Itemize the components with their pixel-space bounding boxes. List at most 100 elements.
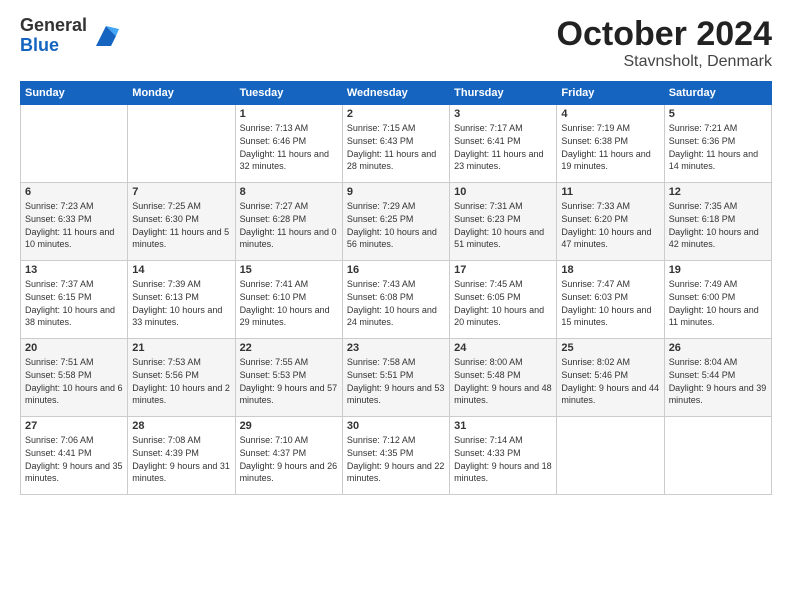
logo-icon <box>91 21 121 51</box>
calendar-day-cell: 20Sunrise: 7:51 AMSunset: 5:58 PMDayligh… <box>21 339 128 417</box>
day-number: 14 <box>132 264 230 276</box>
day-number: 9 <box>347 186 445 198</box>
day-number: 27 <box>25 420 123 432</box>
calendar-day-cell: 13Sunrise: 7:37 AMSunset: 6:15 PMDayligh… <box>21 261 128 339</box>
day-info: Sunrise: 7:51 AMSunset: 5:58 PMDaylight:… <box>25 357 123 405</box>
calendar-week-row: 13Sunrise: 7:37 AMSunset: 6:15 PMDayligh… <box>21 261 772 339</box>
calendar-day-cell: 16 Sunrise: 7:43 AMSunset: 6:08 PMDayligh… <box>342 261 449 339</box>
day-info: Sunrise: 7:13 AMSunset: 6:46 PMDaylight:… <box>240 123 329 171</box>
day-number: 12 <box>669 186 767 198</box>
calendar-day-cell: 29 Sunrise: 7:10 AMSunset: 4:37 PMDayligh… <box>235 417 342 495</box>
day-info: Sunrise: 7:49 AMSunset: 6:00 PMDaylight:… <box>669 279 759 327</box>
day-number: 6 <box>25 186 123 198</box>
day-number: 19 <box>669 264 767 276</box>
header: General Blue October 2024 Stavnsholt, De… <box>20 16 772 71</box>
day-number: 30 <box>347 420 445 432</box>
day-number: 26 <box>669 342 767 354</box>
calendar-week-row: 6Sunrise: 7:23 AMSunset: 6:33 PMDaylight… <box>21 183 772 261</box>
calendar-day-cell: 11 Sunrise: 7:33 AMSunset: 6:20 PMDayligh… <box>557 183 664 261</box>
calendar-day-cell: 4 Sunrise: 7:19 AMSunset: 6:38 PMDaylight… <box>557 105 664 183</box>
day-number: 24 <box>454 342 552 354</box>
day-info: Sunrise: 7:06 AMSunset: 4:41 PMDaylight:… <box>25 435 123 483</box>
col-saturday: Saturday <box>664 82 771 105</box>
day-info: Sunrise: 7:12 AMSunset: 4:35 PMDaylight:… <box>347 435 445 483</box>
calendar-day-cell: 25Sunrise: 8:02 AMSunset: 5:46 PMDayligh… <box>557 339 664 417</box>
day-info: Sunrise: 7:15 AMSunset: 6:43 PMDaylight:… <box>347 123 436 171</box>
calendar-day-cell: 15 Sunrise: 7:41 AMSunset: 6:10 PMDayligh… <box>235 261 342 339</box>
col-monday: Monday <box>128 82 235 105</box>
day-number: 16 <box>347 264 445 276</box>
calendar-day-cell: 30 Sunrise: 7:12 AMSunset: 4:35 PMDayligh… <box>342 417 449 495</box>
day-number: 21 <box>132 342 230 354</box>
day-info: Sunrise: 7:35 AMSunset: 6:18 PMDaylight:… <box>669 201 759 249</box>
calendar-day-cell: 10Sunrise: 7:31 AMSunset: 6:23 PMDayligh… <box>450 183 557 261</box>
day-number: 18 <box>561 264 659 276</box>
col-tuesday: Tuesday <box>235 82 342 105</box>
calendar-day-cell: 17 Sunrise: 7:45 AMSunset: 6:05 PMDayligh… <box>450 261 557 339</box>
calendar-day-cell <box>557 417 664 495</box>
day-info: Sunrise: 8:02 AMSunset: 5:46 PMDaylight:… <box>561 357 659 405</box>
day-info: Sunrise: 8:00 AMSunset: 5:48 PMDaylight:… <box>454 357 552 405</box>
day-number: 15 <box>240 264 338 276</box>
header-row: Sunday Monday Tuesday Wednesday Thursday… <box>21 82 772 105</box>
calendar-day-cell: 27 Sunrise: 7:06 AMSunset: 4:41 PMDayligh… <box>21 417 128 495</box>
col-friday: Friday <box>557 82 664 105</box>
logo-text: General Blue <box>20 16 87 56</box>
day-number: 3 <box>454 108 552 120</box>
calendar-day-cell: 24 Sunrise: 8:00 AMSunset: 5:48 PMDayligh… <box>450 339 557 417</box>
day-number: 4 <box>561 108 659 120</box>
day-info: Sunrise: 7:41 AMSunset: 6:10 PMDaylight:… <box>240 279 330 327</box>
calendar-day-cell: 3 Sunrise: 7:17 AMSunset: 6:41 PMDaylight… <box>450 105 557 183</box>
logo-general: General <box>20 16 87 36</box>
day-info: Sunrise: 7:33 AMSunset: 6:20 PMDaylight:… <box>561 201 651 249</box>
day-info: Sunrise: 7:45 AMSunset: 6:05 PMDaylight:… <box>454 279 544 327</box>
calendar-day-cell: 8 Sunrise: 7:27 AMSunset: 6:28 PMDaylight… <box>235 183 342 261</box>
day-number: 2 <box>347 108 445 120</box>
calendar-day-cell: 2 Sunrise: 7:15 AMSunset: 6:43 PMDaylight… <box>342 105 449 183</box>
title-month: October 2024 <box>557 16 772 53</box>
day-number: 29 <box>240 420 338 432</box>
day-number: 11 <box>561 186 659 198</box>
calendar-day-cell <box>128 105 235 183</box>
calendar-day-cell: 31 Sunrise: 7:14 AMSunset: 4:33 PMDayligh… <box>450 417 557 495</box>
day-number: 23 <box>347 342 445 354</box>
day-info: Sunrise: 7:17 AMSunset: 6:41 PMDaylight:… <box>454 123 543 171</box>
calendar-day-cell: 9 Sunrise: 7:29 AMSunset: 6:25 PMDaylight… <box>342 183 449 261</box>
calendar-day-cell: 6Sunrise: 7:23 AMSunset: 6:33 PMDaylight… <box>21 183 128 261</box>
day-number: 17 <box>454 264 552 276</box>
title-block: October 2024 Stavnsholt, Denmark <box>557 16 772 71</box>
calendar-day-cell <box>21 105 128 183</box>
calendar-day-cell: 26 Sunrise: 8:04 AMSunset: 5:44 PMDayligh… <box>664 339 771 417</box>
calendar-day-cell: 28Sunrise: 7:08 AMSunset: 4:39 PMDayligh… <box>128 417 235 495</box>
day-info: Sunrise: 7:27 AMSunset: 6:28 PMDaylight:… <box>240 201 337 249</box>
calendar-day-cell: 22Sunrise: 7:55 AMSunset: 5:53 PMDayligh… <box>235 339 342 417</box>
day-info: Sunrise: 7:10 AMSunset: 4:37 PMDaylight:… <box>240 435 338 483</box>
day-info: Sunrise: 7:47 AMSunset: 6:03 PMDaylight:… <box>561 279 651 327</box>
day-info: Sunrise: 7:21 AMSunset: 6:36 PMDaylight:… <box>669 123 758 171</box>
day-info: Sunrise: 7:53 AMSunset: 5:56 PMDaylight:… <box>132 357 230 405</box>
day-info: Sunrise: 7:39 AMSunset: 6:13 PMDaylight:… <box>132 279 222 327</box>
calendar-week-row: 20Sunrise: 7:51 AMSunset: 5:58 PMDayligh… <box>21 339 772 417</box>
day-info: Sunrise: 7:19 AMSunset: 6:38 PMDaylight:… <box>561 123 650 171</box>
calendar-week-row: 27 Sunrise: 7:06 AMSunset: 4:41 PMDayligh… <box>21 417 772 495</box>
day-info: Sunrise: 7:31 AMSunset: 6:23 PMDaylight:… <box>454 201 544 249</box>
logo: General Blue <box>20 16 121 56</box>
day-info: Sunrise: 7:14 AMSunset: 4:33 PMDaylight:… <box>454 435 552 483</box>
day-number: 31 <box>454 420 552 432</box>
day-info: Sunrise: 7:29 AMSunset: 6:25 PMDaylight:… <box>347 201 437 249</box>
calendar-day-cell: 21 Sunrise: 7:53 AMSunset: 5:56 PMDayligh… <box>128 339 235 417</box>
day-info: Sunrise: 7:43 AMSunset: 6:08 PMDaylight:… <box>347 279 437 327</box>
calendar-day-cell: 18 Sunrise: 7:47 AMSunset: 6:03 PMDayligh… <box>557 261 664 339</box>
calendar-day-cell: 19 Sunrise: 7:49 AMSunset: 6:00 PMDayligh… <box>664 261 771 339</box>
col-thursday: Thursday <box>450 82 557 105</box>
day-info: Sunrise: 8:04 AMSunset: 5:44 PMDaylight:… <box>669 357 767 405</box>
day-info: Sunrise: 7:37 AMSunset: 6:15 PMDaylight:… <box>25 279 115 327</box>
day-number: 28 <box>132 420 230 432</box>
calendar-day-cell: 5Sunrise: 7:21 AMSunset: 6:36 PMDaylight… <box>664 105 771 183</box>
day-number: 8 <box>240 186 338 198</box>
day-info: Sunrise: 7:58 AMSunset: 5:51 PMDaylight:… <box>347 357 445 405</box>
day-number: 7 <box>132 186 230 198</box>
col-sunday: Sunday <box>21 82 128 105</box>
calendar-day-cell: 12 Sunrise: 7:35 AMSunset: 6:18 PMDayligh… <box>664 183 771 261</box>
logo-blue: Blue <box>20 36 87 56</box>
